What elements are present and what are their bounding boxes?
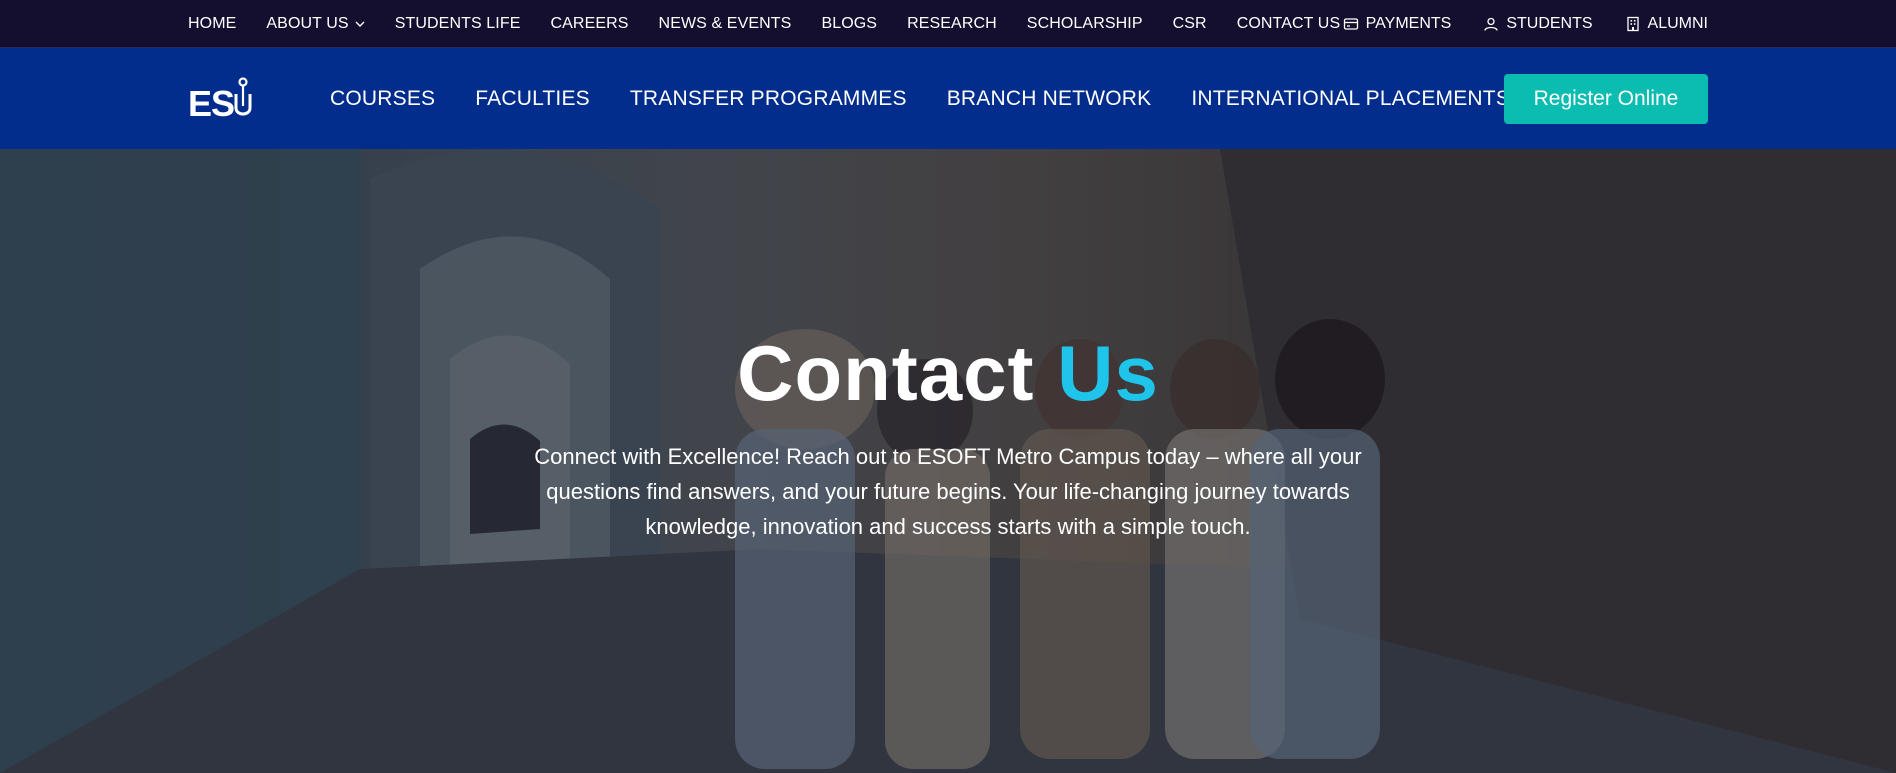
main-nav-links: COURSES FACULTIES TRANSFER PROGRAMMES BR… [330, 48, 1550, 149]
top-nav-news-events[interactable]: NEWS & EVENTS [659, 15, 792, 33]
hero-banner: Contact Us Connect with Excellence! Reac… [0, 149, 1896, 773]
top-nav-scholarship[interactable]: SCHOLARSHIP [1027, 15, 1143, 33]
main-navigation: ES COURSES FACULTIES TRANSFER PROGRAMMES… [0, 48, 1896, 149]
top-nav-home[interactable]: HOME [188, 15, 236, 33]
top-nav-csr[interactable]: CSR [1173, 15, 1207, 33]
top-nav-links: HOME ABOUT US STUDENTS LIFE CAREERS NEWS… [188, 0, 1370, 48]
payments-label: PAYMENTS [1365, 15, 1452, 32]
nav-branch-network[interactable]: BRANCH NETWORK [947, 87, 1152, 111]
credit-card-icon [1343, 18, 1358, 30]
top-utility-bar: HOME ABOUT US STUDENTS LIFE CAREERS NEWS… [0, 0, 1896, 48]
top-nav-research[interactable]: RESEARCH [907, 15, 997, 33]
students-label: STUDENTS [1506, 15, 1593, 32]
top-nav-students-life[interactable]: STUDENTS LIFE [395, 15, 521, 33]
building-icon [1626, 16, 1639, 32]
payments-link[interactable]: PAYMENTS [1343, 15, 1452, 33]
nav-faculties[interactable]: FACULTIES [475, 87, 590, 111]
nav-courses[interactable]: COURSES [330, 87, 435, 111]
esu-logo[interactable]: ES [188, 76, 260, 120]
page-title-word-us: Us [1057, 329, 1159, 417]
top-nav-contact-us[interactable]: CONTACT US [1237, 15, 1341, 33]
nav-international-placements[interactable]: INTERNATIONAL PLACEMENTS [1191, 87, 1510, 111]
user-icon [1484, 17, 1498, 31]
chevron-down-icon [355, 21, 365, 27]
nav-transfer-programmes[interactable]: TRANSFER PROGRAMMES [630, 87, 907, 111]
top-nav-careers[interactable]: CAREERS [550, 15, 628, 33]
page-title-word-contact: Contact [737, 329, 1035, 417]
top-nav-blogs[interactable]: BLOGS [821, 15, 877, 33]
top-nav-about-us-label: ABOUT US [266, 15, 349, 32]
top-portal-links: PAYMENTS STUDENTS ALUMNI [1343, 0, 1708, 48]
page-title: Contact Us [0, 334, 1896, 412]
alumni-label: ALUMNI [1647, 15, 1708, 32]
top-nav-about-us[interactable]: ABOUT US [266, 15, 365, 33]
svg-text:ES: ES [188, 83, 234, 120]
alumni-link[interactable]: ALUMNI [1625, 15, 1708, 33]
hero-description: Connect with Excellence! Reach out to ES… [534, 444, 1362, 539]
students-link[interactable]: STUDENTS [1483, 15, 1593, 33]
register-online-button[interactable]: Register Online [1504, 74, 1708, 124]
